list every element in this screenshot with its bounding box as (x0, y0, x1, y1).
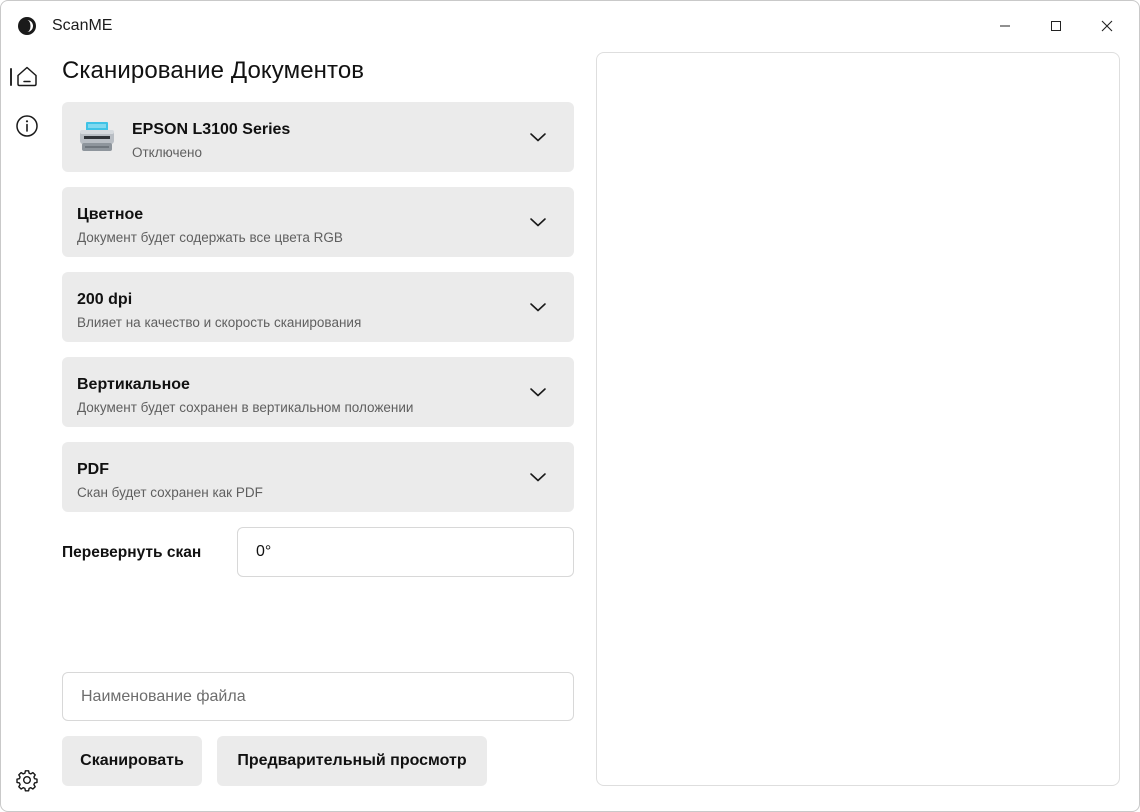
gear-icon (16, 770, 38, 792)
chevron-down-icon (530, 303, 546, 312)
format-title: PDF (77, 461, 109, 478)
resolution-title: 200 dpi (77, 291, 133, 308)
format-description: Скан будет сохранен как PDF (77, 485, 263, 500)
resolution-select[interactable]: 200 dpi Влияет на качество и скорость ск… (62, 272, 574, 342)
orientation-select[interactable]: Вертикальное Документ будет сохранен в в… (62, 357, 574, 427)
color-mode-title: Цветное (77, 206, 144, 223)
info-icon (16, 115, 38, 137)
color-mode-select[interactable]: Цветное Документ будет содержать все цве… (62, 187, 574, 257)
preview-button[interactable]: Предварительный просмотр (217, 736, 487, 786)
printer-name: EPSON L3100 Series (132, 121, 291, 138)
orientation-title: Вертикальное (77, 376, 190, 393)
scan-button[interactable]: Сканировать (62, 736, 202, 786)
minimize-button[interactable] (990, 11, 1020, 41)
format-select[interactable]: PDF Скан будет сохранен как PDF (62, 442, 574, 512)
chevron-down-icon (530, 133, 546, 142)
app-title: ScanME (52, 17, 113, 34)
chevron-down-icon (530, 388, 546, 397)
preview-pane (596, 52, 1120, 786)
nav-settings[interactable] (9, 762, 45, 798)
app-window: ScanME Сканирование Документов EPSON L31… (0, 0, 1140, 812)
close-button[interactable] (1092, 11, 1122, 41)
orientation-description: Документ будет сохранен в вертикальном п… (77, 400, 414, 415)
filename-input[interactable] (62, 672, 574, 721)
minimize-icon (1000, 25, 1010, 27)
title-bar: ScanME (1, 1, 1139, 51)
app-logo-icon (18, 17, 36, 35)
nav-home[interactable] (9, 58, 45, 94)
home-icon (17, 66, 37, 87)
page-title: Сканирование Документов (62, 57, 365, 84)
rotate-input[interactable] (237, 527, 574, 577)
chevron-down-icon (530, 473, 546, 482)
resolution-description: Влияет на качество и скорость сканирован… (77, 315, 362, 330)
color-mode-description: Документ будет содержать все цвета RGB (77, 230, 343, 245)
nav-info[interactable] (9, 108, 45, 144)
rotate-label: Перевернуть скан (62, 544, 202, 561)
printer-icon (80, 122, 114, 151)
close-icon (1101, 20, 1113, 32)
printer-status: Отключено (132, 145, 202, 160)
chevron-down-icon (530, 218, 546, 227)
maximize-icon (1051, 21, 1061, 31)
maximize-button[interactable] (1041, 11, 1071, 41)
printer-select[interactable]: EPSON L3100 Series Отключено (62, 102, 574, 172)
